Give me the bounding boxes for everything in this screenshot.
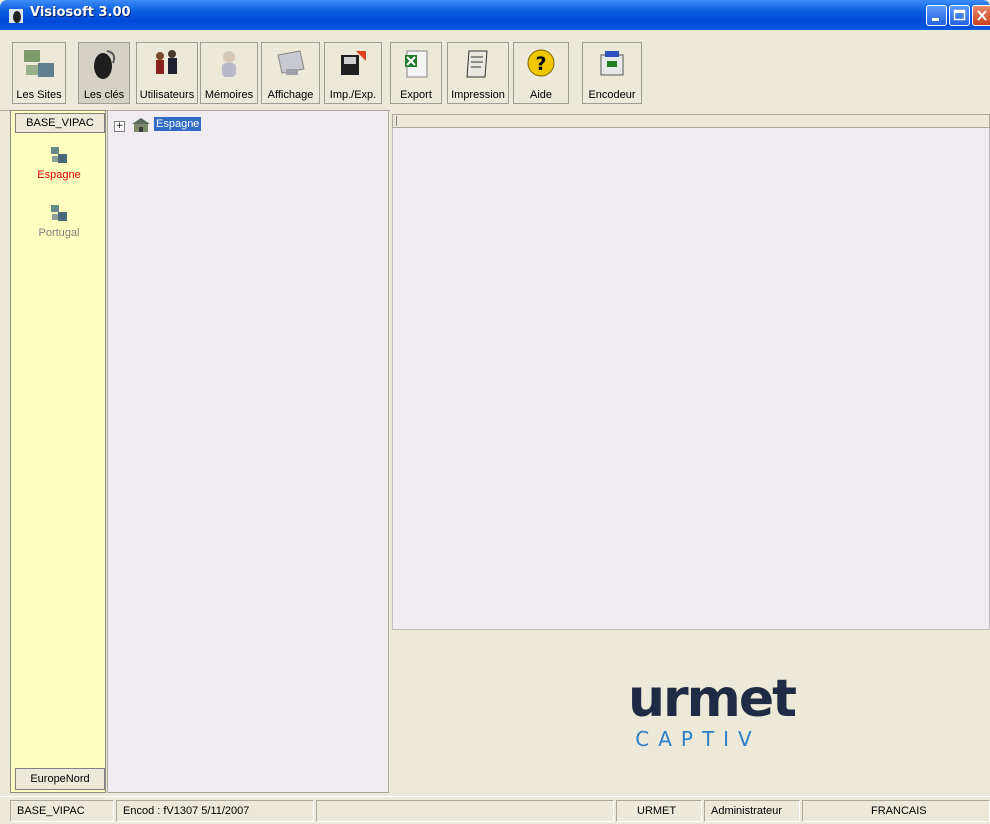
urmet-captiv-logo: urmet CAPTIV — [628, 669, 797, 763]
help-icon: ? — [527, 49, 555, 77]
help-button[interactable]: ? Aide — [513, 42, 569, 104]
users-button[interactable]: Utilisateurs — [136, 42, 198, 104]
users-icon — [156, 50, 177, 74]
print-icon — [466, 50, 488, 78]
help-button-label: Aide — [529, 89, 553, 101]
close-icon — [977, 10, 987, 21]
status-bar: BASE_VIPAC Encod : fV1307 5/11/2007 URME… — [0, 796, 990, 824]
status-language: FRANCAIS — [802, 800, 990, 822]
title-bar[interactable]: Visiosoft 3.00 — [0, 0, 990, 30]
logo-main-text: urmet — [628, 669, 797, 729]
window-title: Visiosoft 3.00 — [30, 5, 131, 20]
sidebar-item-label: Espagne — [37, 169, 81, 181]
encoder-button[interactable]: Encodeur — [582, 42, 642, 104]
sidebar-item-portugal[interactable]: Portugal — [11, 203, 107, 239]
excel-icon — [405, 50, 428, 78]
status-company: URMET — [616, 800, 702, 822]
users-button-label: Utilisateurs — [139, 89, 195, 101]
import-export-icon — [341, 51, 366, 75]
building-icon — [132, 118, 150, 132]
maximize-button[interactable] — [949, 5, 970, 26]
status-empty — [316, 800, 614, 822]
print-button-label: Impression — [451, 89, 505, 101]
grid-body[interactable] — [392, 128, 990, 630]
memories-button-label: Mémoires — [204, 89, 254, 101]
tree-node-label: Espagne — [154, 117, 202, 131]
sidebar-item-label: Portugal — [38, 227, 80, 239]
sites-button-label: Les Sites — [16, 89, 62, 101]
detail-pane: urmet CAPTIV — [390, 110, 990, 793]
display-button[interactable]: Affichage — [261, 42, 320, 104]
grid-header[interactable] — [392, 114, 990, 128]
svg-text:?: ? — [535, 53, 546, 75]
keys-button[interactable]: Les clés — [78, 42, 130, 104]
encoder-button-label: Encodeur — [588, 89, 636, 101]
keys-button-label: Les clés — [83, 89, 125, 101]
display-button-label: Affichage — [267, 89, 314, 101]
encoder-icon — [600, 51, 624, 76]
sites-sidebar: BASE_VIPAC Espagne Portugal EuropeNord — [10, 110, 106, 793]
site-icon — [51, 147, 67, 163]
minimize-icon — [932, 18, 939, 21]
key-icon — [94, 50, 116, 79]
memories-button[interactable]: Mémoires — [200, 42, 258, 104]
tree-expand-button[interactable]: + — [114, 121, 125, 132]
sidebar-footer-button[interactable]: EuropeNord — [15, 768, 105, 790]
display-icon — [276, 50, 305, 75]
status-database: BASE_VIPAC — [10, 800, 114, 822]
export-button[interactable]: Export — [390, 42, 442, 104]
status-role: Administrateur — [704, 800, 800, 822]
column-separator[interactable] — [396, 116, 399, 126]
memory-icon — [222, 51, 236, 77]
toolbar: Les Sites Les clés Utilisateurs Mémoires… — [0, 30, 990, 111]
app-icon — [9, 9, 23, 23]
status-encoder: Encod : fV1307 5/11/2007 — [116, 800, 314, 822]
sites-icon — [24, 50, 54, 77]
sites-button[interactable]: Les Sites — [12, 42, 66, 104]
logo-sub-text: CAPTIV — [635, 727, 761, 751]
site-icon — [51, 205, 67, 221]
import-export-button[interactable]: Imp./Exp. — [324, 42, 382, 104]
export-button-label: Export — [400, 89, 432, 101]
sidebar-item-espagne[interactable]: Espagne — [11, 145, 107, 181]
import-export-button-label: Imp./Exp. — [329, 89, 377, 101]
sidebar-header-button[interactable]: BASE_VIPAC — [15, 113, 105, 133]
print-button[interactable]: Impression — [447, 42, 509, 104]
minimize-button[interactable] — [926, 5, 947, 26]
close-button[interactable] — [972, 5, 990, 26]
maximize-icon — [953, 9, 966, 21]
site-tree[interactable]: + Espagne — [107, 110, 389, 793]
